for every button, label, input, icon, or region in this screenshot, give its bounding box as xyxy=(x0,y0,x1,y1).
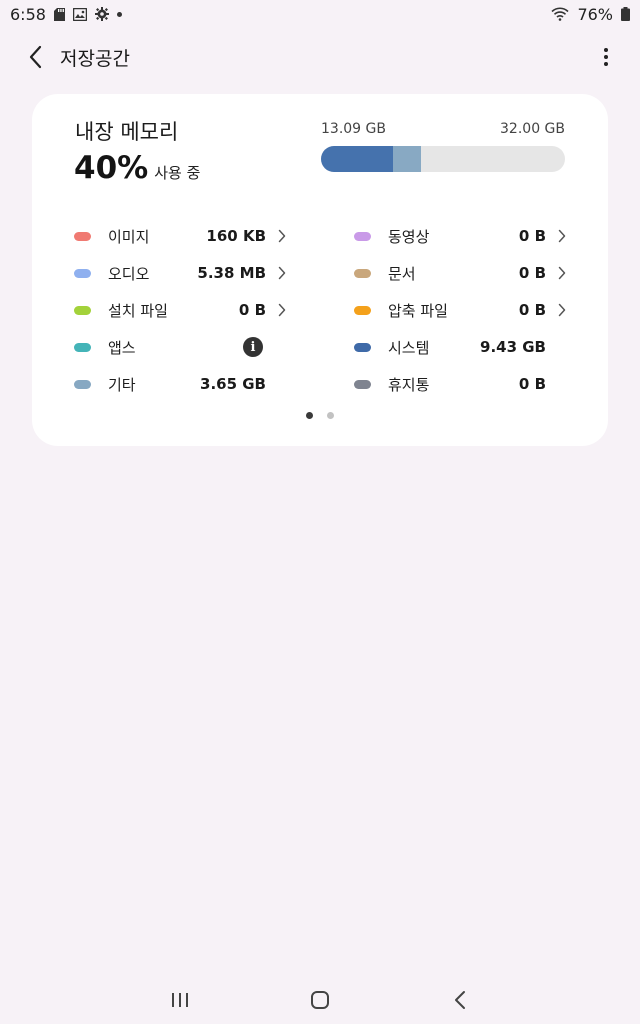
category-label: 이미지 xyxy=(108,227,150,246)
storage-bar-other-segment xyxy=(392,146,421,172)
status-right: 76% xyxy=(551,5,630,24)
category-color-dot xyxy=(74,231,91,241)
chevron-right-icon xyxy=(266,266,286,280)
category-value: 160 KB xyxy=(206,227,266,245)
app-bar: 저장공간 xyxy=(0,34,640,80)
category-color-dot xyxy=(354,305,371,315)
category-value: 0 B xyxy=(518,301,546,319)
category-label: 기타 xyxy=(108,375,136,394)
usage-suffix: 사용 중 xyxy=(154,164,201,182)
category-color-dot xyxy=(74,342,91,352)
back-button[interactable] xyxy=(20,42,50,72)
category-item[interactable]: 오디오 5.38 MB xyxy=(74,258,286,288)
category-item: 앱스 i xyxy=(74,332,286,362)
page-indicator-dot[interactable] xyxy=(306,412,313,419)
more-options-button[interactable] xyxy=(594,42,618,72)
chevron-right-icon xyxy=(266,229,286,243)
page-indicator xyxy=(32,412,608,419)
category-value: 0 B xyxy=(518,264,546,282)
usage-summary: 40% 사용 중 xyxy=(74,150,200,186)
clock: 6:58 xyxy=(10,4,46,24)
home-icon xyxy=(311,991,329,1009)
storage-bar-labels: 13.09 GB 32.00 GB xyxy=(321,121,565,137)
category-label: 설치 파일 xyxy=(108,301,168,320)
category-color-dot xyxy=(354,342,371,352)
category-value: 5.38 MB xyxy=(197,264,266,282)
category-item: 기타 3.65 GB xyxy=(74,369,286,399)
category-item[interactable]: 압축 파일 0 B xyxy=(354,295,566,325)
category-label: 시스템 xyxy=(388,338,430,357)
total-amount: 32.00 GB xyxy=(500,121,565,137)
category-item: 휴지통 0 B xyxy=(354,369,566,399)
category-label: 압축 파일 xyxy=(388,301,448,320)
storage-bar-system-segment xyxy=(321,146,393,172)
status-left: 6:58 xyxy=(10,5,122,24)
recent-apps-icon xyxy=(172,993,188,1007)
category-value: 9.43 GB xyxy=(480,338,546,356)
category-color-dot xyxy=(354,231,371,241)
chevron-right-icon xyxy=(546,303,566,317)
sd-card-icon xyxy=(53,7,65,21)
internal-storage-card[interactable]: 내장 메모리 40% 사용 중 13.09 GB 32.00 GB 이미지 160… xyxy=(32,94,608,446)
page-indicator-dot[interactable] xyxy=(327,412,334,419)
wifi-icon xyxy=(551,7,569,21)
category-label: 문서 xyxy=(388,264,416,283)
category-value: 0 B xyxy=(238,301,266,319)
chevron-left-icon xyxy=(29,45,42,69)
nav-back-button[interactable] xyxy=(440,980,480,1020)
category-value: 0 B xyxy=(518,375,546,393)
storage-heading: 내장 메모리 xyxy=(75,120,179,144)
nav-back-icon xyxy=(455,991,465,1009)
category-color-dot xyxy=(354,268,371,278)
category-value: 3.65 GB xyxy=(200,375,266,393)
settings-gear-icon xyxy=(94,7,109,21)
storage-usage-bar xyxy=(321,146,565,172)
category-item[interactable]: 설치 파일 0 B xyxy=(74,295,286,325)
page-title: 저장공간 xyxy=(60,47,130,70)
chevron-right-icon xyxy=(546,229,566,243)
more-vertical-icon xyxy=(604,48,608,66)
navigation-bar xyxy=(0,976,640,1024)
category-item[interactable]: 이미지 160 KB xyxy=(74,221,286,251)
gallery-icon xyxy=(72,7,87,21)
category-color-dot xyxy=(354,379,371,389)
info-icon[interactable]: i xyxy=(243,337,263,357)
used-amount: 13.09 GB xyxy=(321,121,386,137)
category-label: 휴지통 xyxy=(388,375,430,394)
category-label: 동영상 xyxy=(388,227,430,246)
chevron-right-icon xyxy=(266,303,286,317)
category-label: 오디오 xyxy=(108,264,150,283)
category-item[interactable]: 문서 0 B xyxy=(354,258,566,288)
category-color-dot xyxy=(74,379,91,389)
recent-apps-button[interactable] xyxy=(160,980,200,1020)
home-button[interactable] xyxy=(300,980,340,1020)
chevron-right-icon xyxy=(546,266,566,280)
usage-percent: 40% xyxy=(74,150,149,186)
category-color-dot xyxy=(74,268,91,278)
category-item[interactable]: 동영상 0 B xyxy=(354,221,566,251)
category-value: 0 B xyxy=(518,227,546,245)
category-label: 앱스 xyxy=(108,338,136,357)
category-color-dot xyxy=(74,305,91,315)
battery-icon xyxy=(621,7,630,21)
notification-dot-icon xyxy=(116,11,122,17)
category-item: 시스템 9.43 GB xyxy=(354,332,566,362)
battery-percent: 76% xyxy=(577,4,613,24)
status-bar: 6:58 76% xyxy=(0,0,640,28)
